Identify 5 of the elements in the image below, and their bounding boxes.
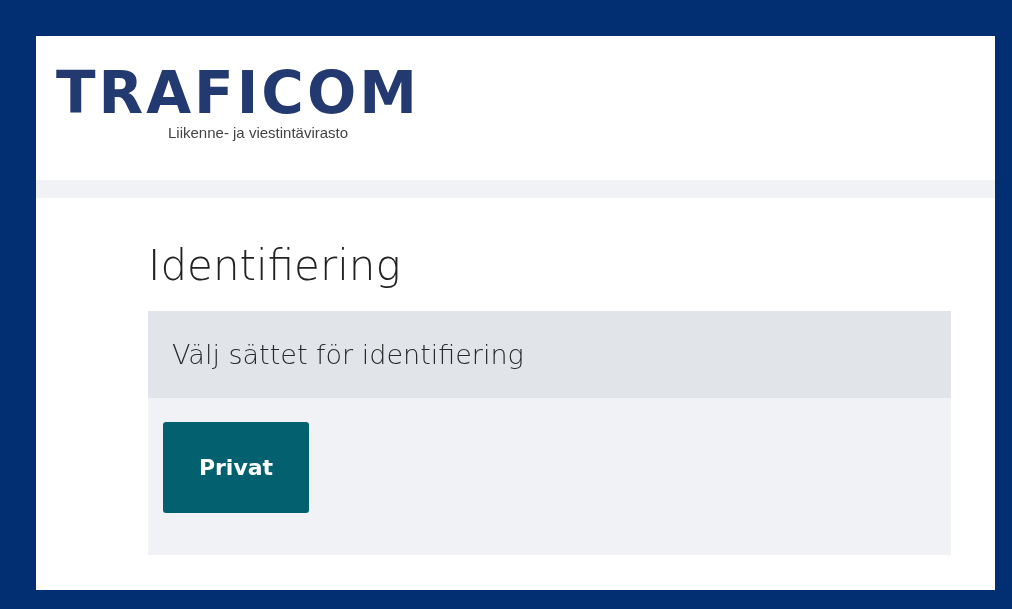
logo-wordmark: TRAFICOM (56, 64, 414, 122)
panel-title: Välj sättet för identifiering (172, 339, 524, 370)
login-button[interactable]: Privat (163, 422, 309, 513)
logo-tagline: Liikenne- ja viestintävirasto (168, 124, 349, 141)
page-heading: Identifiering (148, 240, 401, 292)
